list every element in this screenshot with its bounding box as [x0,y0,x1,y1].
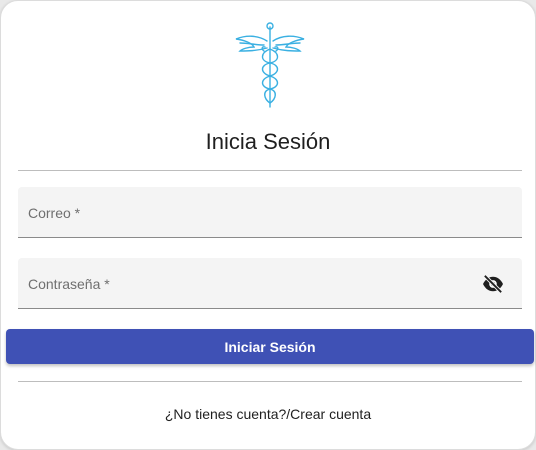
title-divider [18,170,522,171]
login-button[interactable]: Iniciar Sesión [6,329,534,364]
no-account-text: ¿No tienes cuenta? [164,406,287,422]
page-title: Inicia Sesión [205,129,331,154]
caduceus-icon [235,22,305,108]
create-account-link[interactable]: Crear cuenta [290,406,371,422]
password-field-label: Contraseña * [28,276,110,292]
login-card: Inicia Sesión Correo * Contraseña * Inic… [0,0,536,450]
password-field[interactable]: Contraseña * [18,258,522,309]
footer-divider [18,381,522,382]
eye-off-icon[interactable] [482,274,504,294]
signup-prompt: ¿No tienes cuenta?/Crear cuenta [1,406,535,422]
email-field-label: Correo * [28,205,81,221]
email-field[interactable]: Correo * [18,187,522,238]
